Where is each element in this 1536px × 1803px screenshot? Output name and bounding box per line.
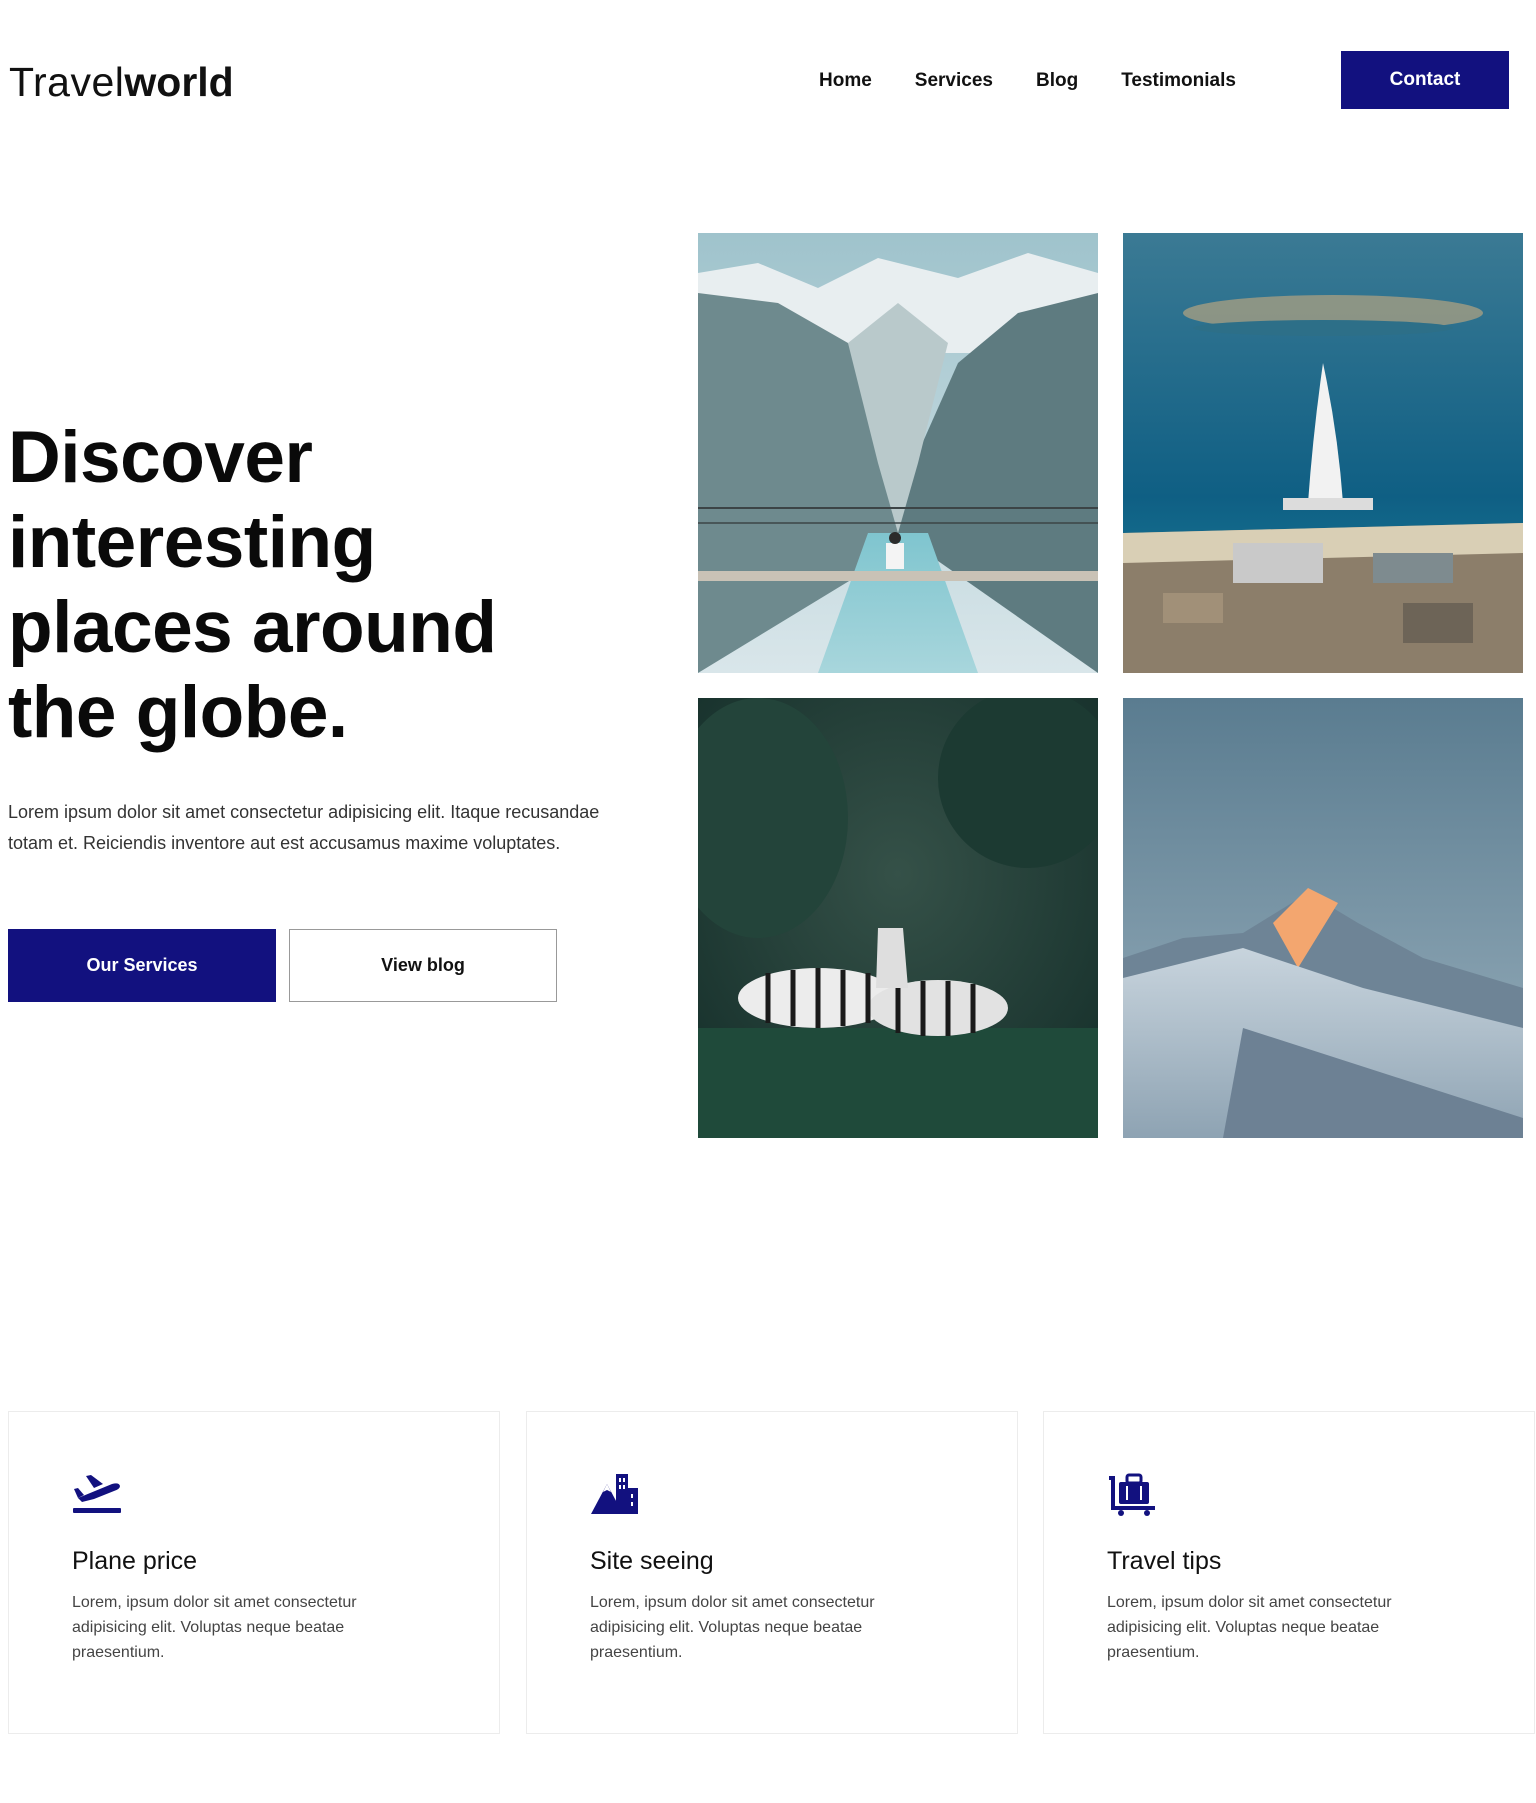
nav-link-services[interactable]: Services bbox=[915, 68, 993, 94]
feature-title: Plane price bbox=[72, 1547, 198, 1575]
zebras-photo bbox=[698, 698, 1098, 1138]
mountain-bridge-photo bbox=[698, 233, 1098, 673]
hero-description: Lorem ipsum dolor sit amet consectetur a… bbox=[8, 802, 600, 853]
contact-button[interactable]: Contact bbox=[1341, 51, 1509, 109]
site-header: Travelworld Home Services Blog Testimoni… bbox=[0, 0, 1536, 160]
plane-departure-icon bbox=[72, 1472, 122, 1516]
our-services-button[interactable]: Our Services bbox=[8, 929, 276, 1002]
main-nav: Home Services Blog Testimonials bbox=[819, 68, 1279, 94]
feature-description: Lorem, ipsum dolor sit amet consectetur … bbox=[590, 1594, 875, 1661]
hero-title-line: interesting bbox=[8, 502, 376, 583]
nav-link-blog[interactable]: Blog bbox=[1036, 68, 1078, 94]
feature-title: Travel tips bbox=[1107, 1547, 1222, 1575]
feature-card-plane-price: Plane price Lorem, ipsum dolor sit amet … bbox=[8, 1411, 500, 1734]
hero-title-line: Discover bbox=[8, 417, 313, 498]
dubai-coast-photo bbox=[1123, 233, 1523, 673]
feature-title: Site seeing bbox=[590, 1547, 714, 1575]
hero-title-line: places around bbox=[8, 587, 497, 668]
feature-card-travel-tips: Travel tips Lorem, ipsum dolor sit amet … bbox=[1043, 1411, 1535, 1734]
brand-logo-bold: world bbox=[124, 59, 234, 105]
brand-logo-light: Travel bbox=[9, 59, 125, 105]
view-blog-button[interactable]: View blog bbox=[289, 929, 557, 1002]
nav-link-testimonials[interactable]: Testimonials bbox=[1121, 68, 1236, 94]
luggage-cart-icon bbox=[1107, 1472, 1157, 1516]
mountain-city-icon bbox=[590, 1472, 640, 1516]
snowy-peak-photo bbox=[1123, 698, 1523, 1138]
hero-title-line: the globe. bbox=[8, 672, 348, 753]
feature-description: Lorem, ipsum dolor sit amet consectetur … bbox=[1107, 1594, 1392, 1661]
feature-description: Lorem, ipsum dolor sit amet consectetur … bbox=[72, 1594, 357, 1661]
nav-link-home[interactable]: Home bbox=[819, 68, 872, 94]
feature-card-site-seeing: Site seeing Lorem, ipsum dolor sit amet … bbox=[526, 1411, 1018, 1734]
hero-title: Discover interesting places around the g… bbox=[8, 415, 568, 755]
brand-logo[interactable]: Travelworld bbox=[9, 60, 234, 104]
